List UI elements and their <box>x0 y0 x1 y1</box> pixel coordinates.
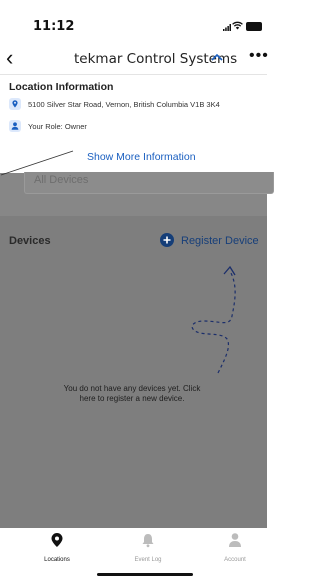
devices-section: Devices Register Device You do not have … <box>0 216 267 528</box>
empty-devices-message[interactable]: You do not have any devices yet. Click h… <box>62 384 202 404</box>
user-role-icon <box>9 120 21 132</box>
chevron-up-icon[interactable] <box>210 50 224 64</box>
plus-circle-icon[interactable] <box>160 233 174 247</box>
pointer-line <box>0 150 74 176</box>
tab-label-locations: Locations <box>44 557 70 563</box>
user-role: Your Role: Owner <box>28 122 87 131</box>
home-indicator[interactable] <box>97 573 193 576</box>
location-info-heading: Location Information <box>9 81 114 93</box>
tab-label-account: Account <box>224 557 246 563</box>
location-pin-icon <box>51 533 63 547</box>
status-time: 11:12 <box>33 19 75 34</box>
status-bar: 11:12 <box>0 0 267 46</box>
tab-account[interactable]: Account <box>205 532 265 563</box>
dashed-arrow-icon <box>191 265 236 374</box>
person-icon <box>229 533 241 547</box>
map-pin-icon <box>9 98 21 110</box>
bottom-tab-bar: Locations Event Log Account <box>0 528 267 578</box>
more-options-icon[interactable]: ••• <box>249 47 269 65</box>
signal-icon <box>223 24 231 31</box>
tab-locations[interactable]: Locations <box>27 532 87 563</box>
tab-event-log[interactable]: Event Log <box>118 532 178 563</box>
location-address: 5100 Silver Star Road, Vernon, British C… <box>28 100 220 109</box>
wifi-icon <box>232 21 243 30</box>
back-chevron-icon[interactable]: ‹ <box>6 46 13 70</box>
show-more-information-link[interactable]: Show More Information <box>87 151 196 163</box>
tab-label-event-log: Event Log <box>134 557 162 563</box>
devices-heading: Devices <box>9 235 51 247</box>
battery-icon <box>246 22 262 31</box>
bell-icon <box>142 534 154 548</box>
register-device-button[interactable]: Register Device <box>181 235 259 247</box>
nav-bar: ‹ tekmar Control Systems ••• <box>0 46 269 74</box>
